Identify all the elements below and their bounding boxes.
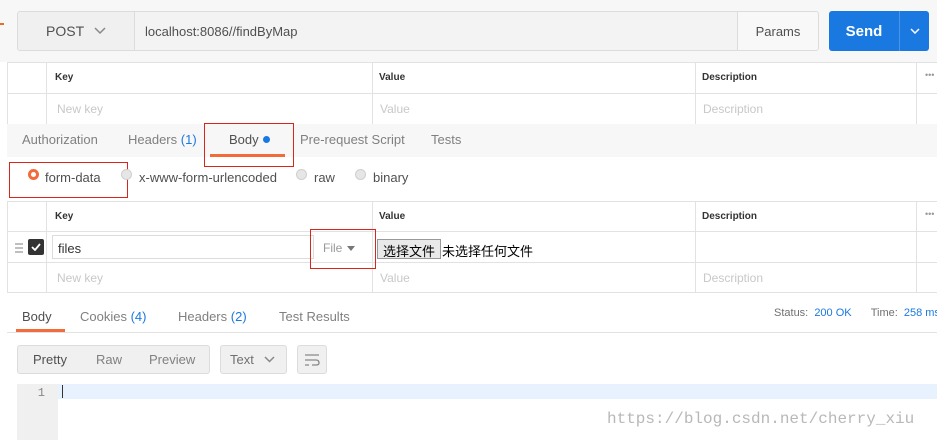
row-divider (7, 93, 937, 94)
tab-pre-request-script[interactable]: Pre-request Script (300, 132, 405, 147)
type-label: File (323, 241, 343, 255)
tab-cookies[interactable]: Cookies (4) (80, 309, 146, 324)
send-label: Send (845, 22, 883, 40)
radio-form-data-label: form-data (45, 170, 101, 185)
method-select[interactable]: POST (17, 11, 135, 51)
line-number: 1 (37, 386, 45, 400)
column-header-key: Key (55, 72, 74, 83)
response-status: Status: 200 OK Time: 258 ms (774, 307, 937, 319)
choose-file-button[interactable]: 选择文件 (377, 239, 442, 259)
status-value: 200 OK (814, 307, 852, 319)
tab-cookies-count: (4) (130, 309, 147, 324)
tab-response-body[interactable]: Body (22, 309, 52, 324)
tab-cookies-label: Cookies (80, 309, 127, 324)
new-description-input[interactable]: Description (703, 102, 763, 116)
radio-urlencoded-label: x-www-form-urlencoded (139, 170, 277, 185)
params-button[interactable]: Params (737, 11, 819, 51)
text-cursor (62, 385, 63, 398)
tab-headers[interactable]: Headers (1) (128, 132, 197, 147)
radio-raw[interactable] (296, 169, 307, 180)
column-header-description: Description (702, 72, 758, 83)
new-value-input[interactable]: Value (380, 102, 410, 116)
chevron-down-icon (909, 28, 920, 34)
drag-handle-icon[interactable] (15, 241, 23, 256)
params-table-top (7, 62, 937, 63)
view-mode-raw[interactable]: Raw (96, 352, 122, 367)
response-tabs-divider (7, 332, 937, 333)
col-divider (46, 201, 47, 293)
wrap-lines-icon (305, 353, 320, 366)
radio-binary[interactable] (355, 169, 366, 180)
format-select[interactable]: Text (220, 345, 287, 374)
wrap-lines-button[interactable] (297, 345, 327, 374)
tab-authorization[interactable]: Authorization (22, 132, 98, 147)
caret-down-icon (347, 245, 356, 251)
new-value-input[interactable]: Value (380, 271, 410, 285)
chevron-down-icon (264, 356, 275, 363)
tab-body-label: Body (229, 132, 259, 147)
new-key-input[interactable]: New key (57, 271, 103, 285)
radio-binary-label: binary (373, 170, 409, 185)
chevron-down-icon (94, 27, 106, 35)
column-header-value: Value (379, 211, 406, 222)
new-key-input[interactable]: New key (57, 102, 103, 116)
watermark: https://blog.csdn.net/cherry_xiu (607, 410, 915, 428)
key-input[interactable]: files (52, 235, 314, 259)
view-mode-group: Pretty Raw Preview (17, 345, 210, 374)
more-options-icon[interactable]: ••• (925, 209, 934, 219)
tab-response-headers-count: (2) (230, 309, 247, 324)
send-options-button[interactable] (899, 11, 929, 51)
check-icon (31, 243, 41, 251)
view-mode-pretty[interactable]: Pretty (33, 352, 67, 367)
modified-dot-icon (262, 136, 270, 143)
url-value: localhost:8086//findByMap (145, 23, 298, 39)
tab-tests[interactable]: Tests (431, 132, 461, 147)
column-header-description: Description (702, 211, 758, 222)
tab-body[interactable]: Body (229, 132, 270, 147)
radio-raw-label: raw (314, 170, 335, 185)
key-value: files (58, 241, 82, 256)
form-table-top (7, 201, 937, 202)
row-divider (7, 292, 937, 293)
active-line-highlight (58, 384, 937, 399)
row-enabled-checkbox[interactable] (28, 239, 44, 255)
status-label: Status: (774, 307, 809, 319)
tab-headers-count: (1) (180, 132, 197, 147)
col-divider (916, 201, 917, 293)
more-options-icon[interactable]: ••• (925, 70, 934, 80)
radio-form-data[interactable] (28, 169, 39, 180)
form-table-left (7, 201, 8, 293)
column-header-key: Key (55, 211, 74, 222)
send-button[interactable]: Send (829, 11, 899, 51)
column-header-value: Value (379, 72, 406, 83)
row-divider (7, 262, 937, 263)
params-label: Params (755, 23, 801, 39)
col-divider (695, 201, 696, 293)
view-mode-preview[interactable]: Preview (149, 352, 195, 367)
type-select[interactable]: File (323, 241, 356, 255)
sidebar-accent (0, 23, 4, 25)
tab-test-results[interactable]: Test Results (279, 309, 350, 324)
radio-urlencoded[interactable] (121, 169, 132, 180)
time-value: 258 ms (903, 307, 937, 319)
active-tab-underline (16, 329, 65, 332)
url-input[interactable]: localhost:8086//findByMap (134, 11, 738, 51)
tab-response-headers[interactable]: Headers (2) (178, 309, 247, 324)
time-label: Time: (870, 307, 898, 319)
format-label: Text (230, 352, 254, 367)
tab-response-headers-label: Headers (178, 309, 228, 324)
new-description-input[interactable]: Description (703, 271, 763, 285)
no-file-text: 未选择任何文件 (442, 244, 534, 259)
method-label: POST (46, 23, 85, 39)
active-tab-underline (210, 154, 285, 157)
row-divider (7, 231, 937, 232)
tab-headers-label: Headers (128, 132, 178, 147)
